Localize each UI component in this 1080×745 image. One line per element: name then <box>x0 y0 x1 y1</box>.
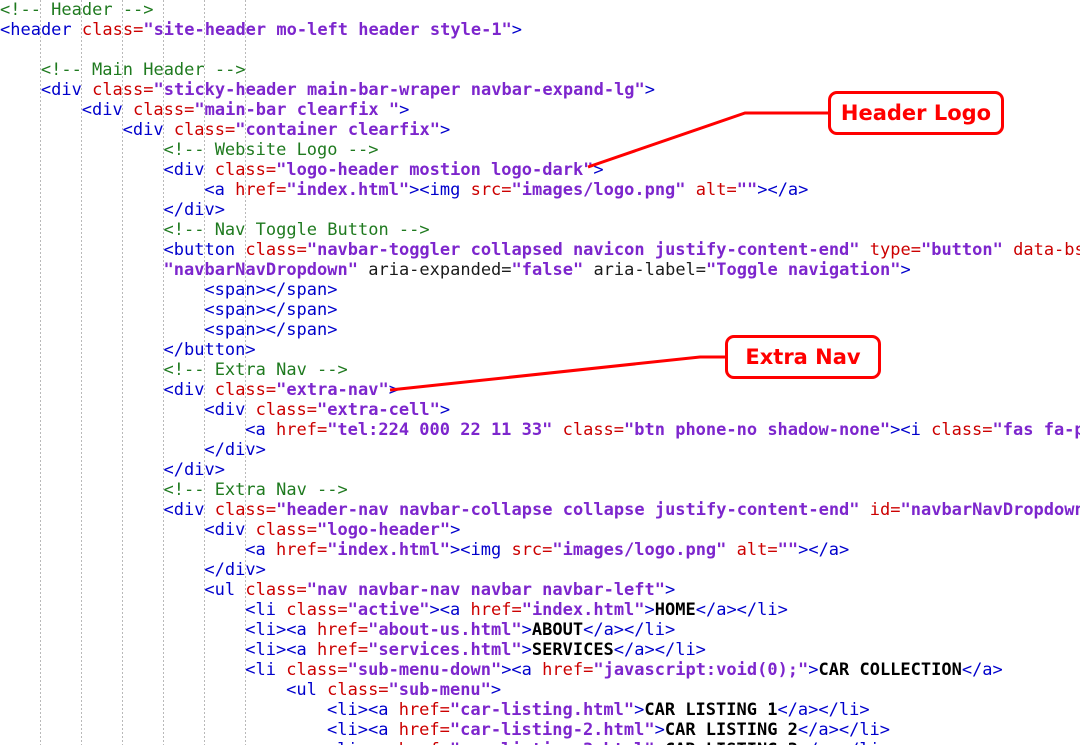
code-line[interactable]: <!-- Extra Nav --> <box>0 360 1080 380</box>
code-line[interactable]: <a href="index.html"><img src="images/lo… <box>0 540 1080 560</box>
code-line[interactable] <box>0 40 1080 60</box>
code-line[interactable]: <li><a href="car-listing-2.html">CAR LIS… <box>0 720 1080 740</box>
code-line[interactable]: <span></span> <box>0 320 1080 340</box>
code-line[interactable]: <ul class="sub-menu"> <box>0 680 1080 700</box>
code-line[interactable]: <div class="header-nav navbar-collapse c… <box>0 500 1080 520</box>
code-line[interactable]: <ul class="nav navbar-nav navbar navbar-… <box>0 580 1080 600</box>
code-line[interactable]: <!-- Website Logo --> <box>0 140 1080 160</box>
code-line[interactable]: <span></span> <box>0 280 1080 300</box>
code-line[interactable]: <div class="extra-cell"> <box>0 400 1080 420</box>
code-line[interactable]: <div class="extra-nav"> <box>0 380 1080 400</box>
code-line[interactable]: </div> <box>0 560 1080 580</box>
code-line[interactable]: <!-- Extra Nav --> <box>0 480 1080 500</box>
code-line[interactable]: <span></span> <box>0 300 1080 320</box>
code-line[interactable]: <!-- Main Header --> <box>0 60 1080 80</box>
code-line[interactable]: <a href="index.html"><img src="images/lo… <box>0 180 1080 200</box>
code-line[interactable]: <!-- Nav Toggle Button --> <box>0 220 1080 240</box>
code-line[interactable]: <li class="active"><a href="index.html">… <box>0 600 1080 620</box>
code-line[interactable]: <li class="sub-menu-down"><a href="javas… <box>0 660 1080 680</box>
code-line[interactable]: </div> <box>0 460 1080 480</box>
code-line[interactable]: </div> <box>0 440 1080 460</box>
code-line[interactable]: </div> <box>0 200 1080 220</box>
annotation-callout-header-logo[interactable]: Header Logo <box>828 91 1004 135</box>
code-line[interactable]: </button> <box>0 340 1080 360</box>
code-line[interactable]: <button class="navbar-toggler collapsed … <box>0 240 1080 260</box>
code-line[interactable]: <div class="logo-header"> <box>0 520 1080 540</box>
code-line[interactable]: <a href="tel:224 000 22 11 33" class="bt… <box>0 420 1080 440</box>
annotation-callout-extra-nav[interactable]: Extra Nav <box>725 335 881 379</box>
code-line[interactable]: <!-- Header --> <box>0 0 1080 20</box>
code-line[interactable]: "navbarNavDropdown" aria-expanded="false… <box>0 260 1080 280</box>
code-line[interactable]: <header class="site-header mo-left heade… <box>0 20 1080 40</box>
code-line[interactable]: <li><a href="about-us.html">ABOUT</a></l… <box>0 620 1080 640</box>
code-line[interactable]: <li><a href="services.html">SERVICES</a>… <box>0 640 1080 660</box>
code-line[interactable]: <li><a href="car-listing.html">CAR LISTI… <box>0 700 1080 720</box>
code-line[interactable]: <li><a href="car-listing-3.html">CAR LIS… <box>0 740 1080 745</box>
code-line[interactable]: <div class="logo-header mostion logo-dar… <box>0 160 1080 180</box>
